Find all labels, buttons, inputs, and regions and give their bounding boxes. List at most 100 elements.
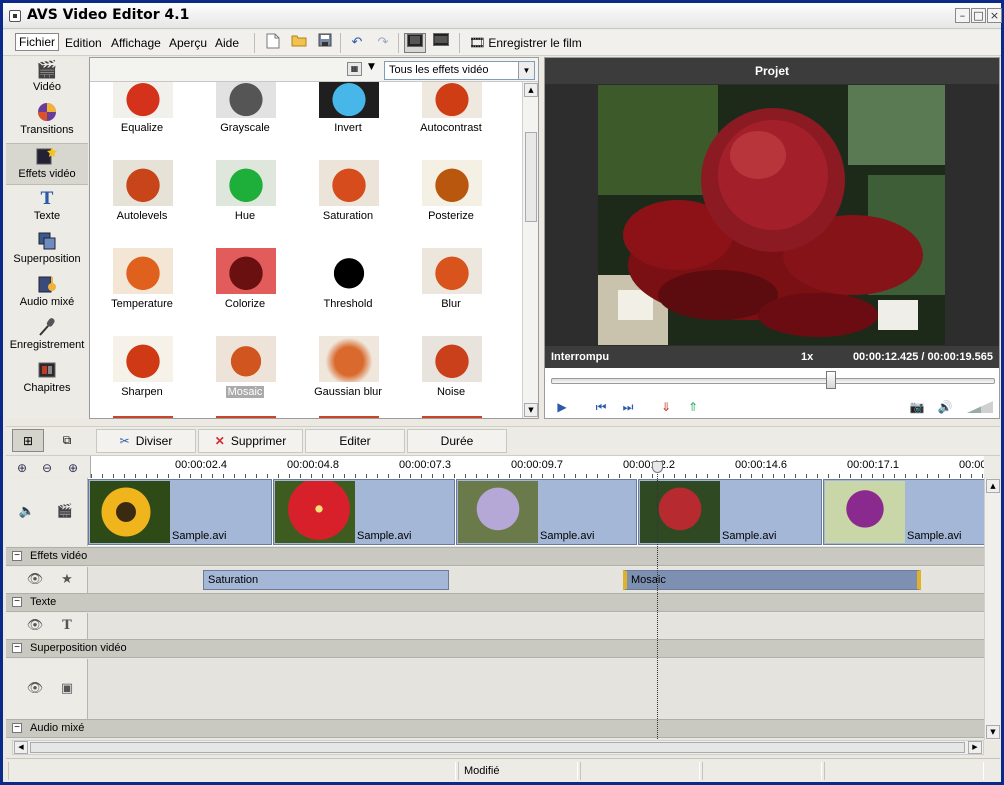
collapse-icon[interactable]: − — [12, 723, 22, 733]
edit-button[interactable]: Editer — [305, 429, 405, 453]
effect-item-grayscale[interactable]: Grayscale — [195, 82, 295, 158]
sidebar-item-overlay[interactable]: Superposition — [6, 229, 88, 271]
storyboard-view-icon[interactable]: ⧉ — [51, 429, 83, 452]
collapse-icon[interactable]: − — [12, 643, 22, 653]
system-menu-icon[interactable] — [9, 10, 21, 22]
save-icon[interactable] — [314, 33, 336, 53]
new-file-icon[interactable] — [262, 33, 284, 53]
timeline-horizontal-scrollbar[interactable]: ◀ ▶ — [12, 740, 984, 755]
split-button[interactable]: ✂ Diviser — [96, 429, 196, 453]
sidebar-item-video[interactable]: 🎬 Vidéo — [6, 57, 88, 99]
seek-bar[interactable] — [551, 378, 995, 384]
tracks-vertical-scrollbar[interactable]: ▲ ▼ — [984, 478, 1000, 740]
video-clip[interactable]: Sample.avi — [456, 479, 637, 545]
effect-clip[interactable]: Saturation — [203, 570, 449, 590]
play-icon[interactable]: ▶ — [553, 399, 571, 415]
video-clip[interactable]: Sample.avi — [273, 479, 455, 545]
maximize-button[interactable]: □ — [971, 8, 986, 23]
playhead-handle[interactable] — [652, 461, 663, 473]
effect-item-blur[interactable]: Blur — [401, 248, 501, 334]
effects-scrollbar[interactable]: ▲ ▼ — [522, 82, 538, 418]
mark-in-icon[interactable]: ⇓ — [657, 399, 675, 415]
sidebar-item-transitions[interactable]: Transitions — [6, 100, 88, 142]
effect-item-autocontrast[interactable]: Autocontrast — [401, 82, 501, 158]
speaker-icon[interactable]: 🔈 — [18, 503, 36, 521]
effect-item-noise[interactable]: Noise — [401, 336, 501, 418]
chevron-down-icon[interactable]: ▼ — [518, 62, 534, 79]
scroll-up-icon[interactable]: ▲ — [986, 479, 1000, 493]
menu-edition[interactable]: Edition — [62, 35, 105, 51]
effect-item-hue[interactable]: Hue — [195, 160, 295, 246]
effect-item-partial[interactable] — [195, 416, 295, 418]
effect-item-partial[interactable] — [298, 416, 398, 418]
effect-item-invert[interactable]: Invert — [298, 82, 398, 158]
collapse-icon[interactable]: − — [12, 551, 22, 561]
eye-icon[interactable]: 👁 — [26, 617, 44, 635]
duration-button[interactable]: Durée — [407, 429, 507, 453]
mark-out-icon[interactable]: ⇑ — [684, 399, 702, 415]
zoom-in-icon[interactable]: ⊕ — [13, 459, 31, 477]
minimize-button[interactable]: – — [955, 8, 970, 23]
sidebar-item-recording[interactable]: Enregistrement — [6, 315, 88, 357]
eye-icon[interactable]: 👁 — [26, 680, 44, 698]
video-clip[interactable]: Sample.avi — [823, 479, 984, 545]
effect-item-posterize[interactable]: Posterize — [401, 160, 501, 246]
menu-fichier[interactable]: Fichier — [15, 33, 60, 51]
zoom-fit-icon[interactable]: ⊕ — [64, 459, 82, 477]
section-audio-mix[interactable]: − Audio mixé — [6, 719, 984, 738]
menu-affichage[interactable]: Affichage — [108, 35, 164, 51]
view-mode-icon[interactable]: ▦ — [347, 62, 362, 76]
effect-item-sharpen[interactable]: Sharpen — [92, 336, 192, 418]
next-frame-icon[interactable]: ⏭ — [619, 399, 637, 415]
menu-apercu[interactable]: Aperçu — [166, 35, 210, 51]
video-clip[interactable]: Sample.avi — [88, 479, 272, 545]
effects-category-select[interactable]: Tous les effets vidéo ▼ — [384, 61, 535, 80]
volume-icon[interactable]: 🔊 — [936, 399, 954, 415]
effect-item-threshold[interactable]: Threshold — [298, 248, 398, 334]
effect-item-partial[interactable] — [401, 416, 501, 418]
view-mode-dropdown-icon[interactable]: ▼ — [368, 62, 375, 72]
collapse-icon[interactable]: − — [12, 597, 22, 607]
effect-item-autolevels[interactable]: Autolevels — [92, 160, 192, 246]
effect-item-gaussian-blur[interactable]: Gaussian blur — [298, 336, 398, 418]
scroll-thumb[interactable] — [30, 742, 965, 753]
scroll-down-icon[interactable]: ▼ — [524, 403, 538, 417]
aspect-4-3-button[interactable] — [404, 33, 426, 53]
volume-level-icon[interactable] — [965, 399, 995, 415]
sidebar-item-chapters[interactable]: Chapitres — [6, 358, 88, 400]
seek-thumb[interactable] — [826, 371, 836, 389]
zoom-out-icon[interactable]: ⊖ — [38, 459, 56, 477]
effect-item-temperature[interactable]: Temperature — [92, 248, 192, 334]
scroll-thumb[interactable] — [525, 132, 537, 222]
effect-item-equalize[interactable]: Equalize — [92, 82, 192, 158]
save-movie-button[interactable]: 🎞 Enregistrer le film — [469, 33, 582, 53]
eye-icon[interactable]: 👁 — [26, 571, 44, 589]
effect-item-saturation[interactable]: Saturation — [298, 160, 398, 246]
ruler-scale[interactable]: 00:00:02.4 00:00:04.8 00:00:07.3 00:00:09.7… — [90, 456, 984, 478]
undo-icon[interactable]: ↶ — [346, 33, 368, 53]
snapshot-camera-icon[interactable]: 📷 — [908, 399, 926, 415]
effect-item-colorize[interactable]: Colorize — [195, 248, 295, 334]
scroll-left-icon[interactable]: ◀ — [14, 741, 28, 754]
delete-button[interactable]: ✕ Supprimer — [198, 429, 303, 453]
menu-aide[interactable]: Aide — [212, 35, 242, 51]
effect-item-mosaic[interactable]: Mosaic — [195, 336, 295, 418]
effect-clip[interactable]: Mosaic — [623, 570, 921, 590]
effect-item-partial[interactable] — [92, 416, 192, 418]
timeline-view-icon[interactable]: ⊞ — [12, 429, 44, 452]
close-button[interactable]: × — [987, 8, 1002, 23]
scroll-down-icon[interactable]: ▼ — [986, 725, 1000, 739]
video-clip[interactable]: Sample.avi — [638, 479, 822, 545]
sidebar-item-text[interactable]: T Texte — [6, 186, 88, 228]
section-video-effects[interactable]: − Effets vidéo — [6, 547, 984, 566]
previous-frame-icon[interactable]: ⏮ — [592, 399, 610, 415]
section-video-overlay[interactable]: − Superposition vidéo — [6, 639, 984, 658]
aspect-16-9-button[interactable] — [430, 33, 452, 53]
sidebar-item-audio-mix[interactable]: Audio mixé — [6, 272, 88, 314]
section-text[interactable]: − Texte — [6, 593, 984, 612]
redo-icon[interactable]: ↷ — [372, 33, 394, 53]
open-folder-icon[interactable] — [288, 33, 310, 53]
sidebar-item-video-effects[interactable]: Effets vidéo — [6, 143, 88, 185]
scroll-up-icon[interactable]: ▲ — [524, 83, 538, 97]
scroll-right-icon[interactable]: ▶ — [968, 741, 982, 754]
